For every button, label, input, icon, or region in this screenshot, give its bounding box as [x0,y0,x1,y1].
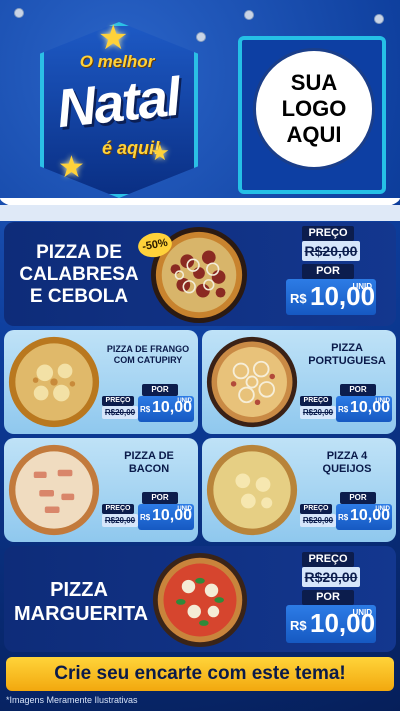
product-name: PIZZA PORTUGUESA [300,342,394,368]
product-card-portuguesa[interactable]: PIZZA PORTUGUESA POR PREÇO R$20,00 R$ 10… [202,330,396,434]
product-name-line: CALABRESA [19,264,139,285]
por-label: POR [142,384,178,396]
ornament-icon [196,32,206,42]
new-price: R$ 10,00 UNID [336,504,392,530]
pizza-image [8,444,100,536]
product-card-bacon[interactable]: PIZZA DE BACON POR PREÇO R$20,00 R$ 10,0… [4,438,198,542]
star-icon: ★ [150,140,170,165]
old-price: R$20,00 [300,406,336,419]
product-name-line: PORTUGUESA [308,355,386,367]
por-label: POR [340,492,376,504]
new-price: R$ 10,00 UNID [336,396,392,422]
unit-label: UNID [177,398,192,404]
logo-placeholder[interactable]: SUA LOGO AQUI [253,48,375,170]
currency: R$ [338,513,349,522]
por-label: POR [142,492,178,504]
por-label: POR [302,264,354,279]
cta-button[interactable]: Crie seu encarte com este tema! [6,657,394,691]
disclaimer-text: *Imagens Meramente Ilustrativas [6,695,138,705]
unit-label: UNID [375,398,390,404]
pizza-image [206,444,298,536]
unit-label: UNID [352,608,372,617]
ornament-icon [14,8,24,18]
currency: R$ [140,405,151,414]
old-price: R$20,00 [302,567,360,587]
unit-label: UNID [352,282,372,291]
star-icon: ★ [58,151,85,184]
product-name-line: PIZZA [50,579,108,601]
old-price: R$20,00 [102,514,138,527]
preco-label: PREÇO [300,504,332,514]
product-name: PIZZA DE CALABRESA E CEBOLA [14,242,144,308]
product-card-frango[interactable]: PIZZA DE FRANGO COM CATUPIRY POR PREÇO R… [4,330,198,434]
product-name-line: PIZZA DE [36,242,122,263]
preco-label: PREÇO [300,396,332,406]
pizza-image [152,552,248,648]
featured-card-calabresa[interactable]: PIZZA DE CALABRESA E CEBOLA PREÇO R$20,0… [4,222,396,326]
product-card-4-queijos[interactable]: PIZZA 4 QUEIJOS POR PREÇO R$20,00 R$ 10,… [202,438,396,542]
por-label: POR [302,590,354,605]
currency: R$ [290,618,307,633]
preco-label: PREÇO [102,504,134,514]
preco-label: PREÇO [302,552,354,567]
old-price: R$20,00 [300,514,336,527]
ornament-icon [244,10,254,20]
product-name: PIZZA DE BACON [102,450,196,476]
currency: R$ [338,405,349,414]
pizza-image [8,336,100,428]
ornament-icon [374,14,384,24]
product-name-line: E CEBOLA [29,286,129,307]
logo-line: AQUI [286,122,342,147]
product-name-line: MARGUERITA [14,603,149,625]
new-price: R$ 10,00 UNID [286,605,376,643]
product-name-line: PIZZA DE FRANGO [106,344,190,354]
product-name-line: PIZZA [331,342,363,354]
pizza-image [206,336,298,428]
preco-label: PREÇO [302,226,354,241]
logo-line: SUA [290,70,338,95]
featured-card-marguerita[interactable]: PIZZA MARGUERITA PREÇO R$20,00 POR R$ 10… [4,546,396,652]
star-icon: ★ [98,19,129,57]
product-name-line: PIZZA DE [124,450,174,462]
unit-label: UNID [375,506,390,512]
product-name: PIZZA 4 QUEIJOS [300,450,394,476]
header: O melhor Natal é aqui! ★ ★ ★ ★ ★ SUA LOG… [0,0,400,215]
snow-border-shadow [0,205,400,221]
unit-label: UNID [177,506,192,512]
old-price: R$20,00 [302,241,360,261]
currency: R$ [140,513,151,522]
preco-label: PREÇO [102,396,134,406]
currency: R$ [290,291,307,306]
old-price: R$20,00 [102,406,138,419]
product-name-line: QUEIJOS [322,463,372,475]
product-name-line: PIZZA 4 [326,450,368,462]
product-name-line: BACON [128,463,170,475]
product-name: PIZZA MARGUERITA [14,578,149,626]
logo-line: LOGO [281,96,347,121]
product-name: PIZZA DE FRANGO COM CATUPIRY [100,344,196,366]
new-price: R$ 10,00 UNID [286,279,376,315]
new-price: R$ 10,00 UNID [138,504,194,530]
por-label: POR [340,384,376,396]
product-name-line: COM CATUPIRY [113,355,183,365]
new-price: R$ 10,00 UNID [138,396,194,422]
